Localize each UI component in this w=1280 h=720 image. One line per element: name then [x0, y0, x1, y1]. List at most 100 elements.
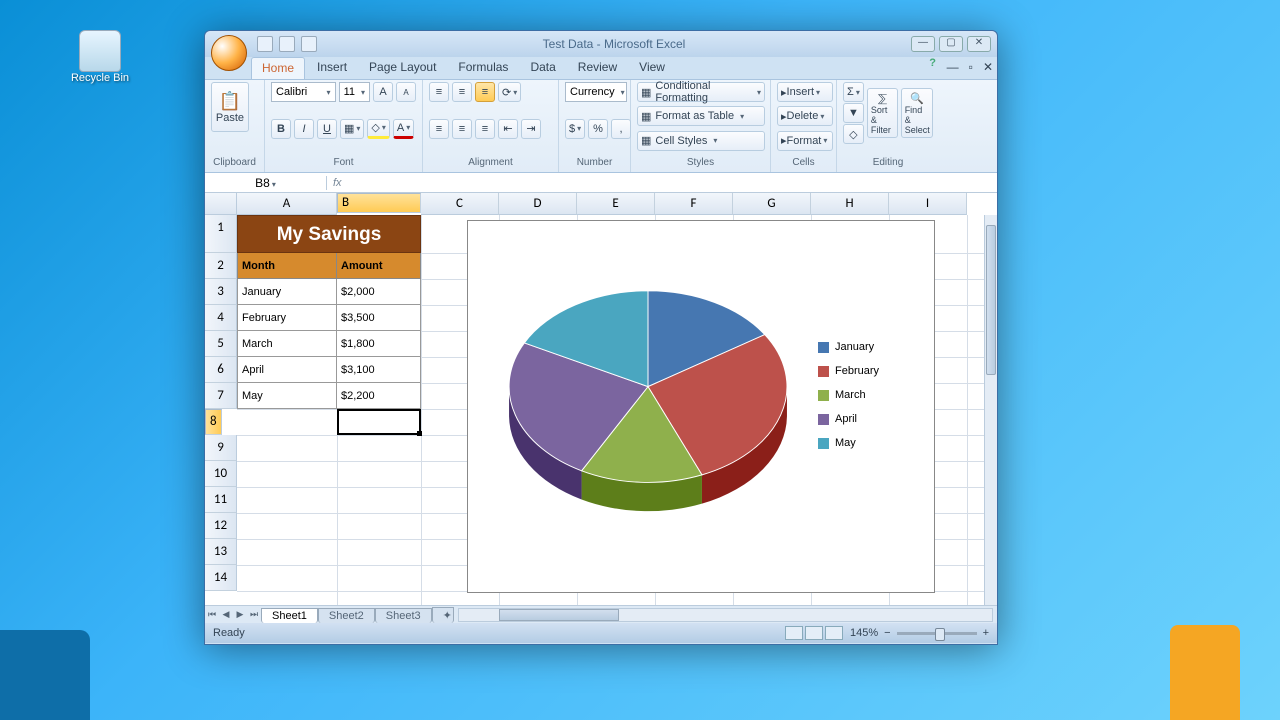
close-button[interactable]: ✕ — [967, 36, 991, 52]
align-left-icon[interactable]: ≡ — [429, 119, 449, 139]
border-button[interactable]: ▦ — [340, 119, 364, 139]
doc-minimize-button[interactable]: — — [943, 57, 963, 79]
new-sheet-icon[interactable]: ✦ — [432, 607, 454, 623]
format-as-table-button[interactable]: ▦ Format as Table — [637, 106, 765, 126]
autosum-icon[interactable]: Σ — [843, 82, 864, 102]
format-cells-button[interactable]: ▸Format — [777, 131, 833, 151]
row-header[interactable]: 4 — [205, 305, 237, 331]
table-row[interactable]: February$3,500 — [237, 305, 421, 331]
percent-icon[interactable]: % — [588, 119, 608, 139]
align-bottom-icon[interactable]: ≡ — [475, 82, 495, 102]
sheet-nav-first[interactable]: ⏮ — [205, 609, 219, 620]
grow-font-icon[interactable]: A — [373, 82, 393, 102]
column-header[interactable]: I — [889, 193, 967, 215]
selected-cell[interactable] — [337, 409, 421, 435]
header-month[interactable]: Month — [237, 253, 337, 279]
row-header[interactable]: 1 — [205, 215, 237, 253]
comma-icon[interactable]: , — [611, 119, 631, 139]
tab-review[interactable]: Review — [568, 57, 627, 79]
office-button[interactable] — [211, 35, 247, 71]
row-header[interactable]: 5 — [205, 331, 237, 357]
row-header[interactable]: 6 — [205, 357, 237, 383]
cell-styles-button[interactable]: ▦ Cell Styles — [637, 131, 765, 151]
sort-filter-button[interactable]: ⅀Sort & Filter — [867, 88, 899, 138]
row-header[interactable]: 2 — [205, 253, 237, 279]
fill-color-button[interactable]: ◇ — [367, 119, 389, 139]
zoom-in-icon[interactable]: + — [983, 627, 989, 639]
header-amount[interactable]: Amount — [337, 253, 421, 279]
increase-indent-icon[interactable]: ⇥ — [521, 119, 541, 139]
recycle-bin-icon[interactable]: Recycle Bin — [70, 30, 130, 84]
align-right-icon[interactable]: ≡ — [475, 119, 495, 139]
view-pagebreak-icon[interactable] — [825, 626, 843, 640]
table-row[interactable]: January$2,000 — [237, 279, 421, 305]
minimize-button[interactable]: — — [911, 36, 935, 52]
font-name-select[interactable]: Calibri — [271, 82, 336, 102]
table-title[interactable]: My Savings — [237, 215, 421, 253]
shrink-font-icon[interactable]: A — [396, 82, 416, 102]
help-icon[interactable]: ? — [925, 57, 941, 79]
select-all-corner[interactable] — [205, 193, 237, 215]
paste-button[interactable]: 📋Paste — [211, 82, 249, 132]
column-header[interactable]: E — [577, 193, 655, 215]
column-header[interactable]: D — [499, 193, 577, 215]
font-color-button[interactable]: A — [393, 119, 414, 139]
column-header[interactable]: B — [337, 193, 421, 213]
row-header[interactable]: 10 — [205, 461, 237, 487]
vertical-scrollbar[interactable] — [984, 215, 997, 605]
view-layout-icon[interactable] — [805, 626, 823, 640]
bold-button[interactable]: B — [271, 119, 291, 139]
find-select-button[interactable]: 🔍Find & Select — [901, 88, 933, 138]
row-header[interactable]: 8 — [205, 409, 222, 435]
row-header[interactable]: 9 — [205, 435, 237, 461]
zoom-out-icon[interactable]: − — [884, 627, 890, 639]
align-center-icon[interactable]: ≡ — [452, 119, 472, 139]
save-icon[interactable] — [257, 36, 273, 52]
pie-chart[interactable]: JanuaryFebruaryMarchAprilMay — [467, 220, 935, 593]
tab-view[interactable]: View — [629, 57, 675, 79]
font-size-select[interactable]: 11 — [339, 82, 370, 102]
table-row[interactable]: April$3,100 — [237, 357, 421, 383]
tab-insert[interactable]: Insert — [307, 57, 357, 79]
column-header[interactable]: H — [811, 193, 889, 215]
clear-icon[interactable]: ◇ — [843, 124, 864, 144]
currency-icon[interactable]: $ — [565, 119, 585, 139]
sheet-nav-next[interactable]: ▶ — [233, 609, 247, 620]
conditional-formatting-button[interactable]: ▦ Conditional Formatting — [637, 82, 765, 102]
tab-page-layout[interactable]: Page Layout — [359, 57, 446, 79]
orientation-icon[interactable]: ⟳ — [498, 82, 521, 102]
row-header[interactable]: 3 — [205, 279, 237, 305]
tab-home[interactable]: Home — [251, 57, 305, 79]
doc-close-button[interactable]: ✕ — [979, 57, 997, 79]
align-top-icon[interactable]: ≡ — [429, 82, 449, 102]
sheet-tab-3[interactable]: Sheet3 — [375, 608, 432, 623]
row-header[interactable]: 13 — [205, 539, 237, 565]
table-row[interactable]: March$1,800 — [237, 331, 421, 357]
doc-restore-button[interactable]: ▫ — [965, 57, 977, 79]
row-header[interactable]: 11 — [205, 487, 237, 513]
column-header[interactable]: C — [421, 193, 499, 215]
italic-button[interactable]: I — [294, 119, 314, 139]
row-header[interactable]: 14 — [205, 565, 237, 591]
decrease-indent-icon[interactable]: ⇤ — [498, 119, 518, 139]
horizontal-scrollbar[interactable] — [458, 608, 993, 622]
undo-icon[interactable] — [279, 36, 295, 52]
sheet-nav-last[interactable]: ⏭ — [247, 609, 261, 620]
view-normal-icon[interactable] — [785, 626, 803, 640]
sheet-tab-2[interactable]: Sheet2 — [318, 608, 375, 623]
table-row[interactable]: May$2,200 — [237, 383, 421, 409]
sheet-tab-1[interactable]: Sheet1 — [261, 608, 318, 623]
number-format-select[interactable]: Currency — [565, 82, 627, 102]
tab-data[interactable]: Data — [520, 57, 565, 79]
tab-formulas[interactable]: Formulas — [448, 57, 518, 79]
column-header[interactable]: G — [733, 193, 811, 215]
fx-icon[interactable]: fx — [327, 177, 348, 189]
delete-cells-button[interactable]: ▸Delete — [777, 106, 833, 126]
maximize-button[interactable]: ▢ — [939, 36, 963, 52]
zoom-slider[interactable] — [897, 632, 977, 635]
name-box[interactable]: B8 — [205, 176, 327, 190]
row-header[interactable]: 7 — [205, 383, 237, 409]
fill-icon[interactable]: ▼ — [843, 103, 864, 123]
align-middle-icon[interactable]: ≡ — [452, 82, 472, 102]
redo-icon[interactable] — [301, 36, 317, 52]
